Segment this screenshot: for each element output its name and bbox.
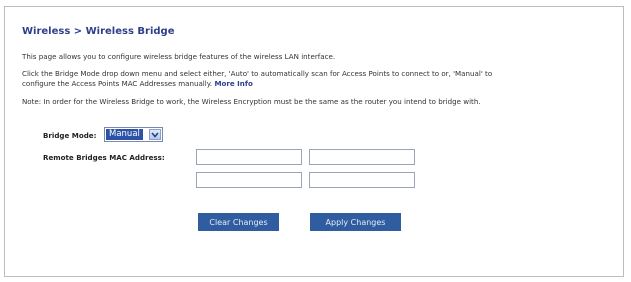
note-text: Note: In order for the Wireless Bridge t… [22, 97, 481, 106]
content-panel [4, 6, 624, 277]
chevron-down-icon[interactable] [149, 129, 161, 140]
description-text: This page allows you to configure wirele… [22, 52, 336, 61]
bridge-mode-select[interactable]: Manual [104, 127, 163, 142]
mac-address-label: Remote Bridges MAC Address: [43, 153, 165, 162]
mac-address-field-4[interactable] [309, 172, 415, 188]
instructions-line-2: configure the Access Points MAC Addresse… [22, 78, 213, 88]
bridge-mode-label: Bridge Mode: [43, 131, 97, 140]
mac-address-field-1[interactable] [196, 149, 302, 165]
apply-changes-button[interactable]: Apply Changes [310, 213, 401, 231]
instructions-text: Click the Bridge Mode drop down menu and… [22, 69, 492, 88]
mac-address-field-2[interactable] [309, 149, 415, 165]
clear-changes-button[interactable]: Clear Changes [198, 213, 279, 231]
more-info-link[interactable]: More Info [214, 79, 252, 88]
mac-address-field-3[interactable] [196, 172, 302, 188]
page-title: Wireless > Wireless Bridge [22, 26, 175, 37]
bridge-mode-selected-value: Manual [106, 129, 143, 140]
instructions-line-1: Click the Bridge Mode drop down menu and… [22, 69, 493, 78]
